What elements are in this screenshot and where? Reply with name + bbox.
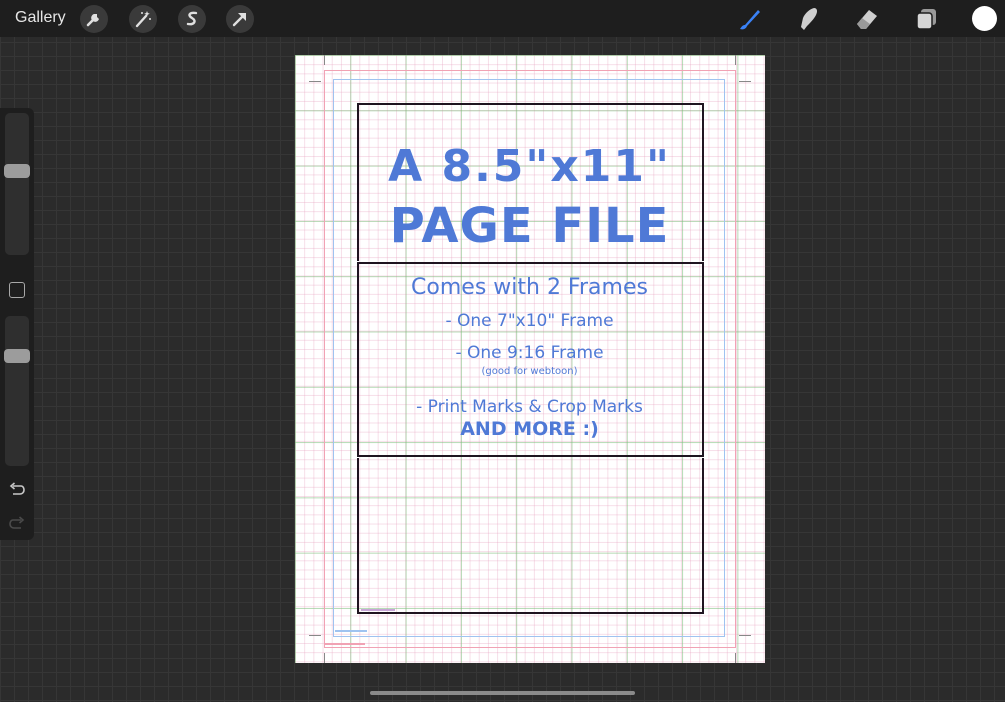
undo-icon[interactable] [8, 480, 26, 498]
eraser-icon[interactable] [852, 4, 882, 34]
bullet-two: - One 9:16 Frame [455, 343, 604, 363]
opacity-slider[interactable] [4, 316, 30, 466]
brush-icon[interactable] [734, 4, 764, 34]
title-line-2: PAGE FILE [389, 198, 670, 254]
title-line-1: A 8.5"x11" [388, 141, 671, 192]
brush-size-thumb[interactable] [4, 164, 30, 178]
layers-icon[interactable] [911, 4, 941, 34]
wrench-icon[interactable] [79, 4, 109, 34]
canvas-page[interactable]: A 8.5"x11" PAGE FILE Comes with 2 Frames… [295, 55, 765, 663]
bullet-three: - Print Marks & Crop Marks [416, 397, 643, 417]
home-indicator[interactable] [370, 691, 635, 695]
bullet-two-note: (good for webtoon) [481, 366, 578, 377]
crop-mark [735, 653, 736, 663]
bullet-one: - One 7"x10" Frame [445, 311, 614, 331]
selection-icon[interactable] [177, 4, 207, 34]
gallery-button[interactable]: Gallery [15, 9, 66, 27]
smudge-icon[interactable] [793, 4, 823, 34]
crop-mark [739, 81, 751, 82]
guide-label-mark [325, 643, 365, 645]
crop-mark [309, 635, 321, 636]
top-toolbar: Gallery [0, 0, 1005, 37]
crop-mark [324, 653, 325, 663]
modify-button[interactable] [9, 282, 25, 298]
subheading: Comes with 2 Frames [411, 275, 648, 300]
crop-mark [324, 55, 325, 65]
crop-mark [739, 635, 751, 636]
color-picker-button[interactable] [972, 6, 997, 31]
procreate-app: Gallery A 8.5"x11" PAGE FILE Comes with … [0, 0, 1005, 702]
brush-size-slider[interactable] [4, 113, 30, 255]
crop-mark [309, 81, 321, 82]
frame-tick [357, 458, 359, 461]
crop-mark [735, 55, 736, 65]
frame-bottom[interactable] [357, 458, 704, 614]
magic-wand-icon[interactable] [128, 4, 158, 34]
left-sidebar [0, 108, 34, 540]
redo-icon[interactable] [8, 514, 26, 532]
opacity-thumb[interactable] [4, 349, 30, 363]
guide-label-mark [335, 630, 367, 632]
closing-text: AND MORE :) [460, 418, 599, 440]
transform-arrow-icon[interactable] [225, 4, 255, 34]
